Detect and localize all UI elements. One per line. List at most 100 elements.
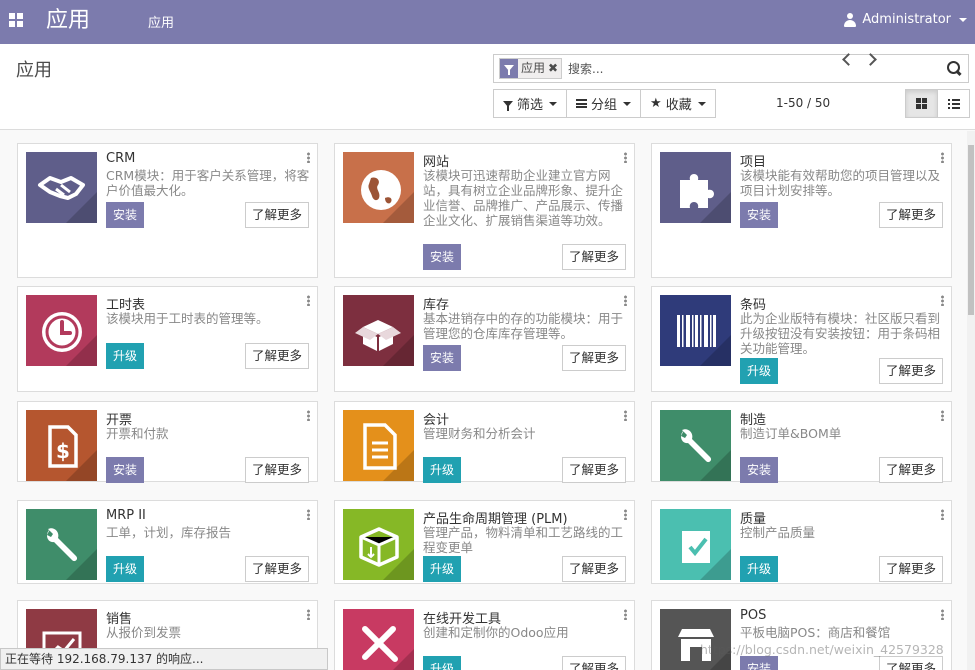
kebab-menu-icon[interactable] [624, 410, 627, 421]
learn-more-button[interactable]: 了解更多 [561, 345, 626, 371]
app-card[interactable]: 库存 基本进销存中的存的功能模块：用于管理您的仓库库存管理等。 安装 了解更多 [334, 286, 635, 392]
clock-icon [26, 295, 97, 366]
learn-more-button[interactable]: 了解更多 [878, 556, 943, 582]
search-icon[interactable] [947, 61, 963, 77]
kebab-menu-icon[interactable] [624, 295, 627, 306]
kebab-menu-icon[interactable] [307, 410, 310, 421]
install-button[interactable]: 安装 [106, 457, 145, 483]
app-card[interactable]: 在线开发工具 创建和定制你的Odoo应用 升级 了解更多 [334, 600, 635, 670]
app-card[interactable]: 质量 控制产品质量 升级 了解更多 [651, 500, 952, 584]
kebab-menu-icon[interactable] [307, 509, 310, 520]
upgrade-button[interactable]: 升级 [740, 556, 779, 582]
groupby-button[interactable]: 分组 [566, 89, 642, 118]
learn-more-button[interactable]: 了解更多 [561, 656, 626, 670]
install-button[interactable]: 安装 [740, 202, 779, 228]
pager-value[interactable]: 1-50 / 50 [776, 96, 830, 110]
app-name: MRP II [106, 508, 146, 523]
upgrade-button[interactable]: 升级 [106, 556, 145, 582]
chevron-down-icon [549, 101, 558, 106]
learn-more-button[interactable]: 了解更多 [244, 202, 309, 228]
learn-more-button[interactable]: 了解更多 [244, 343, 309, 369]
filter-label: 筛选 [517, 98, 544, 113]
page-title: 应用 [16, 60, 52, 81]
browser-status-bar: 正在等待 192.168.79.137 的响应... [0, 648, 328, 670]
control-panel: 应用 应用 ✖ 筛选 分组 ★ 收藏 1-50 / 50 [0, 44, 975, 130]
learn-more-button[interactable]: 了解更多 [878, 358, 943, 384]
user-icon [844, 12, 857, 27]
user-menu[interactable]: Administrator [844, 12, 967, 27]
app-summary: 工单，计划，库存报告 [106, 525, 232, 540]
app-summary: 制造订单&BOM单 [740, 426, 842, 441]
kebab-menu-icon[interactable] [941, 609, 944, 620]
upgrade-button[interactable]: 升级 [423, 556, 462, 582]
kebab-menu-icon[interactable] [307, 609, 310, 620]
top-navbar: 应用 应用 Administrator [0, 0, 975, 44]
learn-more-button[interactable]: 了解更多 [244, 457, 309, 483]
kebab-menu-icon[interactable] [941, 295, 944, 306]
upgrade-button[interactable]: 升级 [106, 343, 145, 369]
learn-more-button[interactable]: 了解更多 [878, 457, 943, 483]
upgrade-button[interactable]: 升级 [740, 358, 779, 384]
app-summary: 该模块可迅速帮助企业建立官方网站，具有树立企业品牌形象、提升企业信誉、品牌推广、… [423, 168, 624, 228]
kebab-menu-icon[interactable] [941, 509, 944, 520]
box-icon [343, 295, 414, 366]
filter-icon [500, 59, 518, 78]
app-card[interactable]: 产品生命周期管理 (PLM) 管理产品，物料清单和工艺路线的工程变更单 升级 了解更多 [334, 500, 635, 584]
user-name: Administrator [862, 12, 951, 27]
learn-more-button[interactable]: 了解更多 [244, 556, 309, 582]
handshake-icon [26, 152, 97, 223]
quality-icon [660, 509, 731, 580]
kebab-menu-icon[interactable] [941, 152, 944, 163]
kebab-menu-icon[interactable] [307, 152, 310, 163]
app-card[interactable]: 网站 该模块可迅速帮助企业建立官方网站，具有树立企业品牌形象、提升企业信誉、品牌推… [334, 143, 635, 278]
svg-text:$: $ [56, 439, 70, 463]
favorites-button[interactable]: ★ 收藏 [640, 89, 716, 118]
close-icon[interactable]: ✖ [548, 59, 561, 78]
install-button[interactable]: 安装 [423, 345, 462, 371]
app-card[interactable]: 项目 该模块能有效帮助您的项目管理以及项目计划安排等。 安装 了解更多 [651, 143, 952, 278]
scroll-thumb[interactable] [968, 145, 974, 315]
install-button[interactable]: 安装 [423, 244, 462, 270]
kebab-menu-icon[interactable] [624, 152, 627, 163]
list-view-button[interactable] [937, 89, 970, 118]
install-button[interactable]: 安装 [106, 202, 145, 228]
app-card[interactable]: 制造 制造订单&BOM单 安装 了解更多 [651, 401, 952, 483]
upgrade-button[interactable]: 升级 [423, 457, 462, 483]
search-bar[interactable]: 应用 ✖ [493, 54, 969, 83]
app-card[interactable]: POS 平板电脑POS：商店和餐馆 安装 了解更多 [651, 600, 952, 670]
scrollbar[interactable] [967, 131, 975, 670]
upgrade-button[interactable]: 升级 [423, 656, 462, 670]
chevron-down-icon [623, 101, 632, 106]
filter-button[interactable]: 筛选 [493, 89, 568, 118]
install-button[interactable]: 安装 [740, 457, 779, 483]
app-card[interactable]: MRP II 工单，计划，库存报告升级 了解更多 [17, 500, 318, 584]
learn-more-button[interactable]: 了解更多 [878, 656, 943, 670]
watermark: https://blog.csdn.net/weixin_42579328 [700, 642, 944, 657]
puzzle-icon [660, 152, 731, 223]
kebab-menu-icon[interactable] [624, 609, 627, 620]
nav-menu-apps[interactable]: 应用 [148, 12, 174, 31]
learn-more-button[interactable]: 了解更多 [561, 556, 626, 582]
apps-menu-icon[interactable] [9, 13, 23, 27]
kebab-menu-icon[interactable] [307, 295, 310, 306]
app-summary: 基本进销存中的存的功能模块：用于管理您的仓库库存管理等。 [423, 311, 624, 341]
barcode-icon [660, 295, 731, 366]
app-summary: CRM模块：用于客户关系管理，将客户价值最大化。 [106, 168, 310, 198]
learn-more-button[interactable]: 了解更多 [878, 202, 943, 228]
app-brand[interactable]: 应用 [46, 6, 90, 36]
learn-more-button[interactable]: 了解更多 [561, 457, 626, 483]
filter-icon [503, 100, 513, 111]
app-summary: 平板电脑POS：商店和餐馆 [740, 625, 891, 640]
tools-icon [343, 609, 414, 670]
app-card[interactable]: 工时表 该模块用于工时表的管理等。 升级 了解更多 [17, 286, 318, 392]
app-card[interactable]: $ 开票 开票和付款 安装 了解更多 [17, 401, 318, 483]
kebab-menu-icon[interactable] [624, 509, 627, 520]
app-summary: 管理产品，物料清单和工艺路线的工程变更单 [423, 525, 624, 555]
app-card[interactable]: 条码 此为企业版特有模块：社区版只看到升级按钮没有安装按钮：用于条码相关功能管理。… [651, 286, 952, 392]
kanban-view-button[interactable] [905, 89, 938, 118]
install-button[interactable]: 安装 [740, 656, 779, 670]
app-card[interactable]: CRM CRM模块：用于客户关系管理，将客户价值最大化。 安装 了解更多 [17, 143, 318, 278]
learn-more-button[interactable]: 了解更多 [561, 244, 626, 270]
kebab-menu-icon[interactable] [941, 410, 944, 421]
app-card[interactable]: 会计 管理财务和分析会计 升级 了解更多 [334, 401, 635, 483]
